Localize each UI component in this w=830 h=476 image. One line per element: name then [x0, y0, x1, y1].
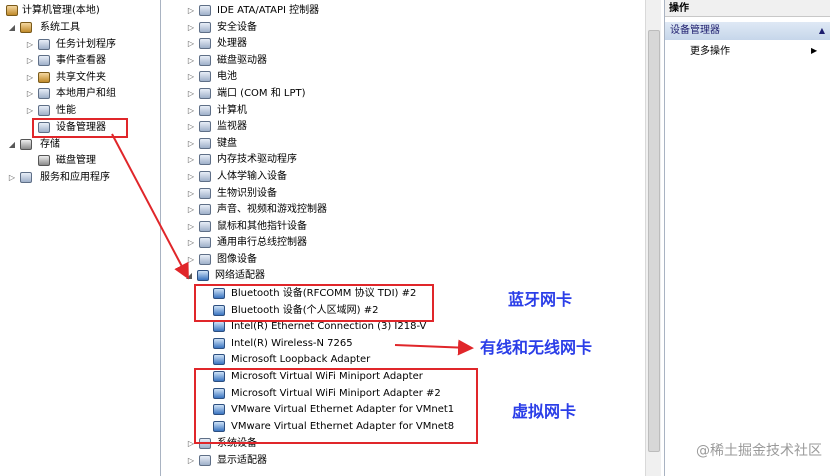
tree-item-label: 通用串行总线控制器	[217, 237, 307, 249]
vertical-scrollbar[interactable]	[645, 0, 661, 476]
device-category-icon	[199, 88, 211, 99]
device-category-icon	[199, 204, 211, 216]
expand-icon[interactable]: ▷	[26, 37, 34, 53]
expand-icon[interactable]: ▷	[187, 86, 195, 102]
expand-icon[interactable]: ▷	[187, 3, 195, 19]
tree-item-label: 磁盘驱动器	[217, 54, 267, 66]
disk-icon	[38, 155, 50, 166]
shared-folder-icon	[38, 72, 50, 83]
device-category-icon	[199, 54, 211, 66]
tree-item-label: 键盘	[217, 137, 237, 149]
bluetooth-adapters-box	[194, 284, 434, 322]
expand-icon[interactable]: ▷	[187, 252, 195, 268]
tree-item-label: 监视器	[217, 121, 247, 133]
device-category-icon	[199, 38, 211, 50]
tree-item-label: 人体学输入设备	[217, 171, 287, 182]
collapse-icon[interactable]: ◢	[8, 137, 16, 153]
device-category-icon	[199, 454, 211, 466]
expand-icon[interactable]: ▷	[187, 453, 195, 469]
actions-section-device-manager[interactable]: 设备管理器 ▲	[665, 22, 830, 40]
tree-item-label: 处理器	[217, 38, 247, 50]
expand-icon[interactable]: ▷	[187, 152, 195, 168]
tree-item-label: 生物识别设备	[217, 187, 277, 199]
expand-icon[interactable]: ▷	[187, 53, 195, 69]
expand-icon[interactable]: ▷	[187, 103, 195, 119]
expand-icon[interactable]: ▷	[187, 219, 195, 235]
users-icon	[38, 88, 50, 99]
tree-item-label: 电池	[217, 71, 237, 83]
system-tools-icon	[20, 22, 32, 33]
actions-header: 操作	[665, 0, 830, 17]
tree-item-label: IDE ATA/ATAPI 控制器	[217, 5, 320, 16]
network-icon	[197, 270, 209, 281]
device-category-icon	[213, 354, 225, 366]
expand-icon[interactable]: ▷	[8, 170, 16, 186]
expand-icon[interactable]: ▷	[187, 36, 195, 52]
computer-management-icon	[6, 5, 18, 16]
tree-item-label: 显示适配器	[217, 454, 267, 466]
tree-item-label: 计算机	[217, 104, 247, 116]
device-category-icon	[199, 220, 211, 232]
device-category-icon	[199, 5, 211, 16]
tree-item-label: 安全设备	[217, 21, 257, 33]
virtual-annotation: 虚拟网卡	[512, 402, 577, 421]
tree-item-label: 鼠标和其他指针设备	[217, 220, 307, 232]
expand-icon[interactable]: ▷	[187, 136, 195, 152]
device-category-icon	[199, 171, 211, 182]
collapse-arrow-icon[interactable]: ▲	[819, 22, 825, 40]
device-category-icon	[199, 237, 211, 249]
actions-pane: 操作 设备管理器 ▲ 更多操作 ▶	[664, 0, 830, 476]
expand-icon[interactable]: ▷	[26, 103, 34, 119]
services-icon	[20, 172, 32, 183]
virtual-adapters-box	[194, 368, 478, 444]
expand-icon[interactable]: ▷	[187, 235, 195, 251]
device-category-icon	[199, 154, 211, 166]
expand-icon[interactable]: ▷	[187, 202, 195, 218]
device-category-icon	[199, 187, 211, 199]
scrollbar-thumb[interactable]	[648, 30, 660, 452]
tree-item-label: 图像设备	[217, 254, 257, 265]
tree-item-label: 声音、视频和游戏控制器	[217, 204, 327, 216]
device-category-icon	[213, 321, 225, 333]
expand-icon[interactable]: ▷	[187, 69, 195, 85]
clock-icon	[38, 39, 50, 50]
tree-item-label: Microsoft Loopback Adapter	[231, 354, 371, 366]
device-category-icon	[199, 71, 211, 83]
device-category-icon	[199, 104, 211, 116]
collapse-icon[interactable]: ◢	[185, 268, 193, 284]
more-actions-item[interactable]: 更多操作	[690, 44, 730, 60]
device-category-icon	[199, 21, 211, 33]
device-category-icon	[199, 121, 211, 133]
expand-icon[interactable]: ▷	[26, 86, 34, 102]
wired-wireless-annotation: 有线和无线网卡	[480, 338, 593, 357]
expand-icon[interactable]: ▷	[26, 53, 34, 69]
bluetooth-annotation: 蓝牙网卡	[508, 290, 573, 309]
expand-icon[interactable]: ▷	[187, 20, 195, 36]
tree-item-label: Intel(R) Wireless-N 7265	[231, 337, 353, 349]
tree-item-label: 端口 (COM 和 LPT)	[217, 88, 306, 99]
event-viewer-icon	[38, 55, 50, 66]
device-manager-highlight-box	[32, 118, 128, 138]
expand-icon[interactable]: ▷	[187, 169, 195, 185]
device-category-icon	[213, 337, 225, 349]
device-category-icon	[199, 137, 211, 149]
watermark: @稀土掘金技术社区	[696, 443, 822, 459]
device-category-icon	[199, 254, 211, 265]
performance-icon	[38, 105, 50, 116]
submenu-arrow-icon[interactable]: ▶	[811, 46, 817, 55]
expand-icon[interactable]: ▷	[26, 70, 34, 86]
console-tree: 计算机管理(本地) ◢ 系统工具 ▷ 任务计划程序 ▷ 事件查看器 ▷ 共享文件…	[0, 0, 161, 476]
expand-icon[interactable]: ▷	[187, 119, 195, 135]
collapse-icon[interactable]: ◢	[8, 20, 16, 36]
storage-icon	[20, 139, 32, 150]
expand-icon[interactable]: ▷	[187, 186, 195, 202]
tree-item-label: 内存技术驱动程序	[217, 154, 297, 166]
